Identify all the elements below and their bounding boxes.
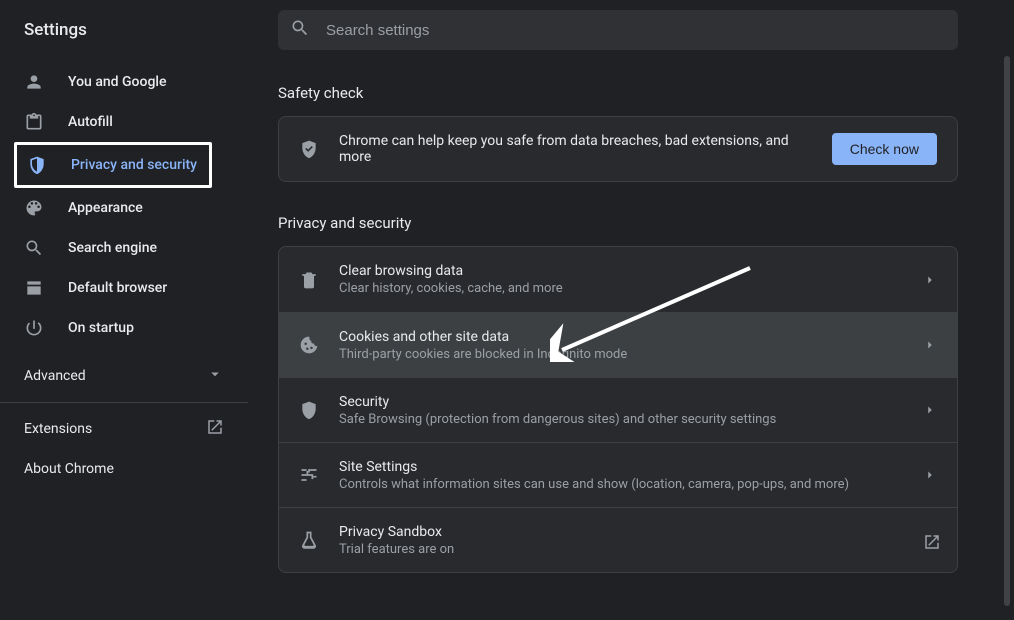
sliders-icon [299,465,319,485]
open-external-icon [206,418,224,440]
sidebar-item-label: Appearance [68,200,143,216]
safety-check-card: Chrome can help keep you safe from data … [278,116,958,182]
palette-icon [24,198,44,218]
about-label: About Chrome [24,461,114,477]
flask-icon [299,530,319,550]
privacy-card: Clear browsing data Clear history, cooki… [278,246,958,573]
row-subtitle: Trial features are on [339,542,923,557]
row-cookies[interactable]: Cookies and other site data Third-party … [279,312,957,377]
sidebar-item-privacy-security[interactable]: Privacy and security [14,142,212,188]
row-subtitle: Clear history, cookies, cache, and more [339,281,923,296]
sidebar-item-default-browser[interactable]: Default browser [0,268,232,308]
chevron-right-icon [923,273,937,287]
open-external-icon [923,533,937,547]
extensions-label: Extensions [24,421,92,437]
sidebar-item-autofill[interactable]: Autofill [0,102,232,142]
search-icon [290,18,310,42]
safety-check-header: Safety check [278,84,958,102]
sidebar-item-on-startup[interactable]: On startup [0,308,232,348]
shield-icon [27,155,47,175]
row-subtitle: Safe Browsing (protection from dangerous… [339,412,923,427]
chevron-right-icon [923,403,937,417]
shield-icon [299,400,319,420]
sidebar-item-label: Privacy and security [71,157,197,173]
row-security[interactable]: Security Safe Browsing (protection from … [279,377,957,442]
sidebar-divider [0,402,248,403]
sidebar-item-label: You and Google [68,74,166,90]
row-privacy-sandbox[interactable]: Privacy Sandbox Trial features are on [279,507,957,572]
clipboard-icon [24,112,44,132]
chevron-right-icon [923,468,937,482]
row-title: Privacy Sandbox [339,524,923,540]
main-content: Safety check Chrome can help keep you sa… [278,70,958,610]
page-title: Settings [24,20,87,40]
sidebar-item-appearance[interactable]: Appearance [0,188,232,228]
sidebar-item-label: On startup [68,320,134,336]
sidebar-advanced-toggle[interactable]: Advanced [0,356,248,396]
row-title: Cookies and other site data [339,329,923,345]
privacy-section-header: Privacy and security [278,214,958,232]
row-subtitle: Controls what information sites can use … [339,477,923,492]
row-clear-browsing-data[interactable]: Clear browsing data Clear history, cooki… [279,247,957,312]
trash-icon [299,270,319,290]
row-title: Site Settings [339,459,923,475]
scrollbar[interactable] [1004,56,1010,606]
sidebar-extensions-link[interactable]: Extensions [0,409,248,449]
row-title: Clear browsing data [339,263,923,279]
search-input[interactable] [326,22,946,39]
sidebar-item-label: Default browser [68,280,167,296]
sidebar-item-label: Search engine [68,240,157,256]
sidebar-about-link[interactable]: About Chrome [0,449,248,489]
chevron-right-icon [923,338,937,352]
sidebar-item-search-engine[interactable]: Search engine [0,228,232,268]
safety-check-text: Chrome can help keep you safe from data … [339,133,812,165]
shield-check-icon [299,139,319,159]
power-icon [24,318,44,338]
sidebar: You and Google Autofill Privacy and secu… [0,62,248,610]
search-icon [24,238,44,258]
browser-icon [24,278,44,298]
row-subtitle: Third-party cookies are blocked in Incog… [339,347,923,362]
sidebar-item-you-and-google[interactable]: You and Google [0,62,232,102]
search-box[interactable] [278,10,958,50]
chevron-down-icon [206,365,224,387]
row-title: Security [339,394,923,410]
row-site-settings[interactable]: Site Settings Controls what information … [279,442,957,507]
cookie-icon [299,335,319,355]
sidebar-item-label: Autofill [68,114,113,130]
person-icon [24,72,44,92]
check-now-button[interactable]: Check now [832,133,937,165]
advanced-label: Advanced [24,368,86,384]
